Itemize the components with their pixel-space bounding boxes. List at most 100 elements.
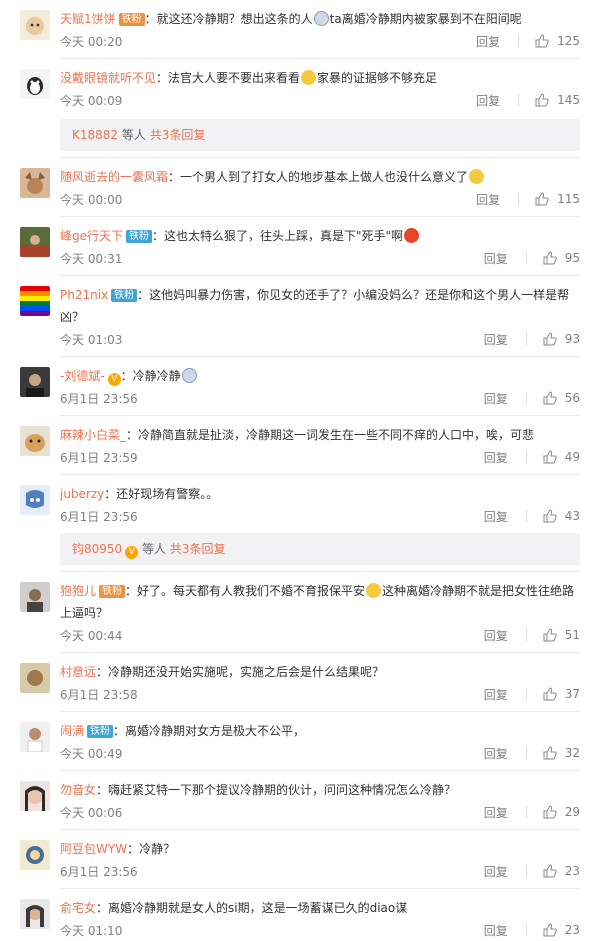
comment-username[interactable]: 闹满 — [60, 724, 84, 738]
like-button[interactable]: 43 — [543, 509, 580, 523]
thumbs-up-icon — [543, 391, 557, 405]
reply-button[interactable]: 回复 — [484, 686, 508, 703]
comment-username[interactable]: 狍狍儿 — [60, 584, 96, 598]
comment-text: ：嗨赶紧艾特一下那个提议冷静期的伙计，问问这种情况怎么冷静？ — [96, 783, 457, 797]
like-button[interactable]: 32 — [543, 746, 580, 760]
comment-username[interactable]: 村意远 — [60, 665, 96, 679]
thumbs-up-icon — [543, 450, 557, 464]
comment-text: ：就这还冷静期？想出这条的人 — [144, 12, 313, 26]
reply-button[interactable]: 回复 — [484, 745, 508, 762]
divider — [525, 924, 527, 936]
like-button[interactable]: 145 — [535, 93, 580, 107]
reply-button[interactable]: 回复 — [476, 33, 500, 50]
reply-button[interactable]: 回复 — [484, 449, 508, 466]
view-replies-link[interactable]: 共3条回复 — [170, 542, 226, 556]
comment-text: ：离婚冷静期对女方是极大不公平， — [113, 724, 306, 738]
comment-time: 今天 01:10 — [60, 923, 123, 938]
avatar[interactable] — [20, 582, 50, 612]
reply-button[interactable]: 回复 — [484, 390, 508, 407]
avatar[interactable] — [20, 426, 50, 456]
like-button[interactable]: 29 — [543, 805, 580, 819]
iron-fan-badge: 铁粉 — [111, 289, 138, 302]
like-button[interactable]: 125 — [535, 34, 580, 48]
view-replies-link[interactable]: 共3条回复 — [150, 128, 206, 142]
reply-button[interactable]: 回复 — [476, 92, 500, 109]
reply-button[interactable]: 回复 — [484, 804, 508, 821]
comment-username[interactable]: 俞宅女 — [60, 901, 96, 915]
comment-item: Ph21nix 铁粉 ：这他妈叫暴力伤害，你见女的还手了？小编没妈么？还是你和这个男… — [0, 276, 598, 350]
comment-text: ：冷静冷静 — [120, 369, 181, 383]
avatar[interactable] — [20, 168, 50, 198]
like-button[interactable]: 115 — [535, 192, 580, 206]
comment-item: 俞宅女：离婚冷静期就是女人的si期，这是一场蓄谋已久的diao谋 今天 01:1… — [0, 889, 598, 941]
comment-username[interactable]: Ph21nix — [60, 288, 108, 302]
comment-text: ：离婚冷静期就是女人的si期，这是一场蓄谋已久的diao谋 — [96, 901, 408, 915]
reply-button[interactable]: 回复 — [484, 508, 508, 525]
divider — [525, 806, 527, 818]
more-replies-text: 等人 — [138, 542, 170, 556]
avatar[interactable] — [20, 722, 50, 752]
comment-username[interactable]: -刘德斌- — [60, 369, 105, 383]
reply-username[interactable]: K18882 — [72, 128, 118, 142]
reply-username[interactable]: 钧80950 — [72, 542, 122, 556]
more-replies-text: 等人 — [118, 128, 150, 142]
thumbs-up-icon — [535, 192, 549, 206]
like-button[interactable]: 95 — [543, 251, 580, 265]
avatar[interactable] — [20, 10, 50, 40]
comment-username[interactable]: 勿音女 — [60, 783, 96, 797]
like-count: 23 — [564, 923, 580, 937]
divider — [518, 94, 520, 106]
reply-button[interactable]: 回复 — [484, 922, 508, 939]
avatar[interactable] — [20, 840, 50, 870]
reply-button[interactable]: 回复 — [484, 863, 508, 880]
avatar[interactable] — [20, 485, 50, 515]
avatar[interactable] — [20, 227, 50, 257]
like-count: 56 — [564, 391, 580, 405]
like-button[interactable]: 51 — [543, 628, 580, 642]
thumbs-up-icon — [543, 687, 557, 701]
avatar[interactable] — [20, 286, 50, 316]
comment-text: ta — [329, 12, 342, 26]
avatar[interactable] — [20, 367, 50, 397]
like-count: 37 — [564, 687, 580, 701]
divider — [525, 865, 527, 877]
avatar[interactable] — [20, 69, 50, 99]
comment-username[interactable]: juberzy — [60, 487, 104, 501]
like-count: 93 — [564, 332, 580, 346]
comment-text: 离婚冷静期内被家暴到不在阳间呢 — [341, 12, 522, 26]
like-button[interactable]: 23 — [543, 923, 580, 937]
like-button[interactable]: 37 — [543, 687, 580, 701]
thumbs-up-icon — [543, 923, 557, 937]
like-button[interactable]: 49 — [543, 450, 580, 464]
thumbs-up-icon — [543, 805, 557, 819]
like-button[interactable]: 93 — [543, 332, 580, 346]
comment-username[interactable]: 峰ge行天下 — [60, 229, 123, 243]
like-count: 95 — [564, 251, 580, 265]
comment-time: 今天 00:44 — [60, 628, 123, 643]
comment-item: 狍狍儿 铁粉 ：好了。每天都有人教我们不婚不育报保平安 这种离婚冷静期不就是把女性往绝… — [0, 572, 598, 646]
more-replies-bar[interactable]: 钧80950 V 等人 共3条回复 — [60, 533, 580, 565]
like-count: 115 — [557, 192, 580, 206]
divider — [525, 747, 527, 759]
thumbs-up-icon — [543, 332, 557, 346]
comment-username[interactable]: 天赋1饼饼 — [60, 12, 116, 26]
comment-username[interactable]: 阿豆包WYW — [60, 842, 127, 856]
comment-username[interactable]: 随风逝去的一囊风霜 — [60, 170, 168, 184]
reply-button[interactable]: 回复 — [476, 191, 500, 208]
reply-button[interactable]: 回复 — [484, 250, 508, 267]
comment-time: 6月1日 23:56 — [60, 509, 138, 524]
reply-button[interactable]: 回复 — [484, 331, 508, 348]
comment-username[interactable]: 没戴眼镜就听不见 — [60, 71, 156, 85]
comment-username[interactable]: 麻辣小白菜_ — [60, 428, 126, 442]
reply-button[interactable]: 回复 — [484, 627, 508, 644]
comment-text: ：这他妈叫暴力伤害，你见女的还手了？小编没妈么？还是你和这个男人一样是帮凶？ — [60, 288, 570, 324]
comment-text: ：法官大人要不要出来看看 — [156, 71, 301, 85]
more-replies-bar[interactable]: K18882 等人 共3条回复 — [60, 119, 580, 151]
avatar[interactable] — [20, 781, 50, 811]
comment-item: 天赋1饼饼 铁粉 ：就这还冷静期？想出这条的人 ta离婚冷静期内被家暴到不在阳间呢 今… — [0, 0, 598, 52]
avatar[interactable] — [20, 663, 50, 693]
avatar[interactable] — [20, 899, 50, 929]
comment-time: 6月1日 23:56 — [60, 864, 138, 879]
like-count: 125 — [557, 34, 580, 48]
like-button[interactable]: 56 — [543, 391, 580, 405]
